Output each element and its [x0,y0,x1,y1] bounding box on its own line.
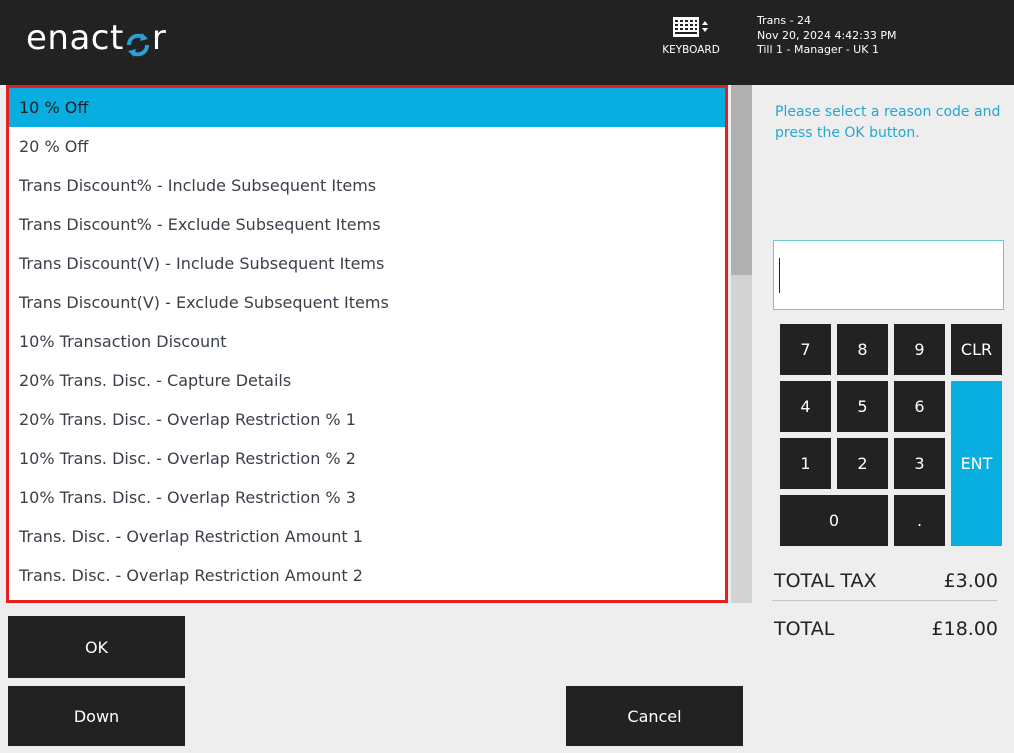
total-tax-row: TOTAL TAX £3.00 [774,570,998,592]
instruction-prompt: Please select a reason code and press th… [775,104,1001,141]
ok-button[interactable]: OK [8,616,185,678]
key-5[interactable]: 5 [837,381,888,432]
cancel-button[interactable]: Cancel [566,686,743,746]
key-1[interactable]: 1 [780,438,831,489]
total-value: £18.00 [931,618,998,640]
key-4[interactable]: 4 [780,381,831,432]
key-7[interactable]: 7 [780,324,831,375]
reason-code-item[interactable]: 10% Transaction Discount [9,322,725,361]
reason-code-item[interactable]: 20 % Off [9,127,725,166]
total-tax-value: £3.00 [943,570,998,592]
reason-code-item[interactable]: Trans. Disc. - Overlap Restriction Amoun… [9,517,725,556]
reason-code-item[interactable]: 10% Trans. Disc. - Overlap Restriction %… [9,439,725,478]
header-bar: enact r KEYBOARD Trans - 24 Nov 20, 2024… [0,0,1014,85]
reason-code-item[interactable]: 10% Trans. Disc. - Overlap Restriction %… [9,478,725,517]
key-2[interactable]: 2 [837,438,888,489]
reason-code-item[interactable]: Trans Discount(V) - Include Subsequent I… [9,244,725,283]
till-operator-info: Till 1 - Manager - UK 1 [757,43,879,56]
reason-code-item[interactable]: Trans. Disc. - Overlap Restriction Amoun… [9,556,725,595]
reason-code-item[interactable]: Trans Discount% - Exclude Subsequent Ite… [9,205,725,244]
reason-code-input[interactable] [773,240,1004,310]
key-clear[interactable]: CLR [951,324,1002,375]
transaction-datetime: Nov 20, 2024 4:42:33 PM [757,28,897,42]
text-caret [779,258,780,293]
scrollbar-thumb[interactable] [731,85,752,275]
reason-code-item[interactable]: Trans Discount% - Include Subsequent Ite… [9,166,725,205]
reason-code-item[interactable]: 20% Trans. Disc. - Overlap Restriction %… [9,400,725,439]
list-scrollbar[interactable] [731,85,752,603]
down-button[interactable]: Down [8,686,185,746]
key-enter[interactable]: ENT [951,381,1002,546]
key-0[interactable]: 0 [780,495,888,546]
enactor-logo: enact r [26,18,166,58]
keyboard-icon [673,17,708,37]
reason-code-list: 10 % Off 20 % Off Trans Discount% - Includ… [6,85,728,603]
key-9[interactable]: 9 [894,324,945,375]
logo-text-prefix: enact [26,18,124,58]
total-tax-label: TOTAL TAX [774,570,877,592]
keyboard-button[interactable]: KEYBOARD [660,16,722,56]
key-6[interactable]: 6 [894,381,945,432]
keyboard-label: KEYBOARD [662,44,720,56]
reason-code-item[interactable]: 20% Trans. Disc. - Capture Details [9,361,725,400]
total-row: TOTAL £18.00 [774,618,998,640]
key-3[interactable]: 3 [894,438,945,489]
totals-divider [772,600,997,601]
transaction-number: Trans - 24 [757,14,812,27]
reason-code-item-selected[interactable]: 10 % Off [9,88,725,127]
total-label: TOTAL [774,618,835,640]
logo-text-suffix: r [151,18,167,58]
transaction-info: Trans - 24 Nov 20, 2024 4:42:33 PM Till … [757,14,896,58]
logo-refresh-icon [125,27,151,57]
key-8[interactable]: 8 [837,324,888,375]
reason-code-item[interactable]: Trans Discount(V) - Exclude Subsequent I… [9,283,725,322]
key-decimal[interactable]: . [894,495,945,546]
